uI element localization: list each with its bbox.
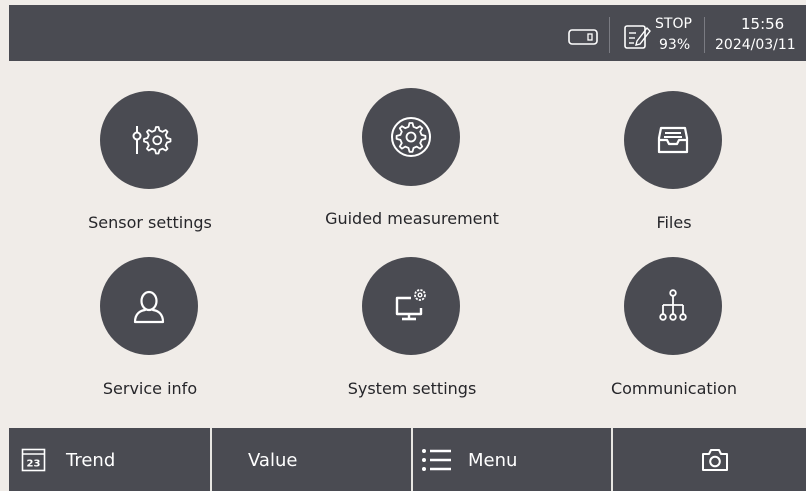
status-divider [704,17,705,53]
screenshot-button[interactable] [613,428,806,491]
value-button[interactable]: Value [212,428,413,491]
run-state: STOP [655,16,692,32]
guided-measurement-button[interactable] [362,88,460,186]
system-settings-button[interactable] [362,257,460,355]
sensor-settings-button[interactable] [100,91,198,189]
trend-label: Trend [66,450,116,471]
computer-settings-icon [395,289,426,321]
network-icon [659,289,687,321]
person-icon [133,290,165,324]
calendar-icon: 23 [21,448,46,472]
calendar-day: 23 [27,459,41,470]
tile-service-info[interactable]: Service info [40,257,260,407]
trend-button[interactable]: 23 Trend [9,428,212,491]
tile-sensor-settings[interactable]: Sensor settings [40,91,260,241]
tile-communication[interactable]: Communication [564,257,784,407]
tile-system-settings[interactable]: System settings [302,257,522,407]
battery-level: 93% [659,37,691,53]
clock-time: 15:56 [741,15,785,33]
list-menu-icon [422,449,451,471]
menu-label: Menu [468,450,518,471]
tile-guided-measurement[interactable]: Guided measurement [302,88,522,241]
sensor-settings-icon [132,126,172,155]
communication-button[interactable] [624,257,722,355]
menu-button[interactable]: Menu [413,428,613,491]
tile-label: Communication [610,379,738,398]
camera-icon [702,449,728,471]
files-button[interactable] [624,91,722,189]
status-bar: STOP 93% 15:56 2024/03/11 [9,5,806,61]
clock-date: 2024/03/11 [715,37,796,53]
bottom-bar: 23 Trend Value Menu [9,428,806,491]
tile-label: Sensor settings [88,213,212,232]
status-divider [609,17,610,53]
sd-card-icon [568,29,598,45]
tile-files[interactable]: Files [564,91,784,241]
tile-label: Guided measurement [325,209,499,228]
gear-icon [391,117,431,157]
tile-label: Service info [102,379,198,398]
record-edit-icon [624,25,651,49]
service-info-button[interactable] [100,257,198,355]
tile-label: Files [656,213,692,232]
value-label: Value [248,450,298,471]
main-menu: Sensor settings Guided measurement Files [9,61,806,428]
file-tray-icon [657,126,689,154]
tile-label: System settings [347,379,477,398]
